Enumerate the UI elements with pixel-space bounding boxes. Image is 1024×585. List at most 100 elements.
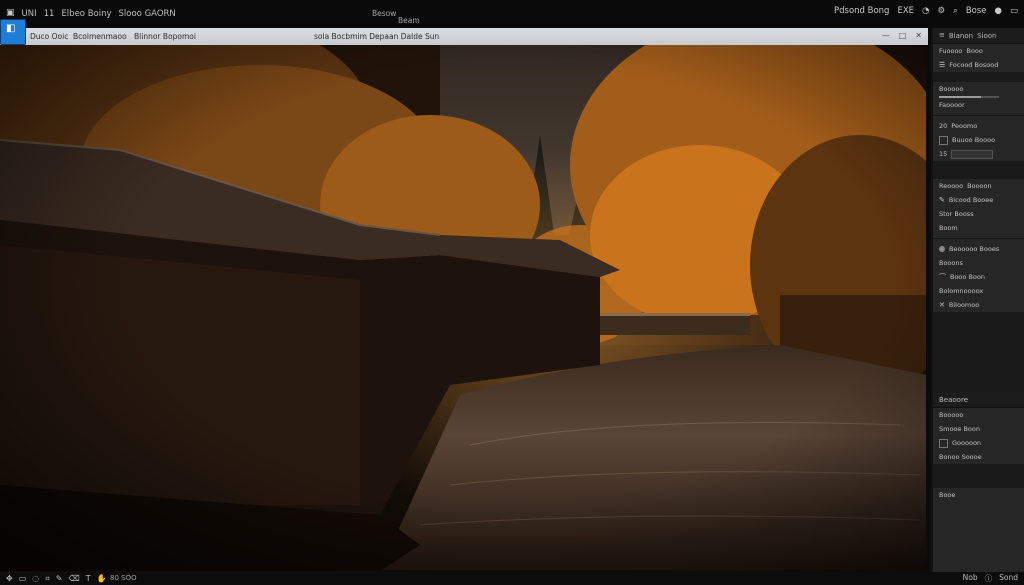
panel-spacer [933,312,1024,392]
marquee-tool-icon[interactable]: ▭ [19,574,27,584]
layer-label: Booooo [939,411,964,419]
user-icon[interactable]: ● [995,7,1002,16]
status-bar: ✥ ▭ ◌ ⌗ ✎ ⌫ T ✋ 80 SOO Nob ⓘ Sond [0,572,1024,585]
exe-label[interactable]: EXE [897,6,914,16]
layer-row[interactable]: Gooooon [933,436,1024,450]
help-icon[interactable]: ◔ [922,7,929,16]
layer-row[interactable]: Booe [933,488,1024,502]
panel-row[interactable]: ✕ Biloomoo [933,298,1024,312]
window-title: Besow [372,9,397,18]
panel-row-label: Peoomo [951,122,978,130]
maximize-icon[interactable]: □ [899,31,907,40]
image-canvas[interactable] [0,45,926,571]
document-tab-strip: ◧ Duco Ooic Bcolmenmaoo Blinnor Bopomoi … [0,19,928,45]
panel-row[interactable]: Buuoo Boooo [933,133,1024,147]
layers-title[interactable]: Beaoore [939,396,968,404]
menu-bar: ▣ UNI 11 Elbeo Boiny Slooo GAORN Besow B… [0,0,1024,27]
curve-icon: ⌒ [939,272,946,281]
panel-row[interactable]: Booons [933,256,1024,270]
panel-row-label: Biloomoo [948,301,980,309]
panel-row[interactable]: Stor Booss [933,207,1024,221]
menu-item-3[interactable]: Elbeo Boiny [61,9,111,19]
panel-row-label: Stor Booss [939,210,974,218]
properties-panel: ≡ Bianon Sioon Fuoooo Booo ☰ Focood Boso… [931,28,1024,573]
search-icon[interactable]: ⌕ [953,7,958,16]
layer-label: Booe [939,491,956,499]
checkbox[interactable] [939,135,948,145]
panel-row[interactable]: Bolomnoooox [933,284,1024,298]
layer-row[interactable]: Booooo [933,408,1024,422]
panel-row-label: Bicood Booee [948,196,994,204]
move-tool-icon[interactable]: ✥ [6,574,13,584]
panel-row[interactable]: Beooooo Booes [933,242,1024,256]
opacity-slider[interactable] [939,96,999,98]
panel-row-label: Faoooor [939,101,965,109]
minimize-icon[interactable]: — [882,31,890,40]
panel-row[interactable]: ⌒ Booo Boon [933,270,1024,284]
panel-row[interactable]: Booooo [933,82,1024,96]
info-icon[interactable]: ⓘ [985,573,993,584]
adjust-icon: ☰ [939,60,946,69]
tab-3[interactable]: Blinnor Bopomoi [134,32,196,41]
text-tool-icon[interactable]: T [86,574,91,584]
panel-row-label: Buuoo Boooo [952,136,996,144]
tab-2[interactable]: Bcolmenmaoo [73,32,127,41]
value-field[interactable] [951,149,994,159]
settings-icon[interactable]: ⚙ [937,7,945,16]
panel-row[interactable]: Reoooo Boooon [933,179,1024,193]
zoom-level[interactable]: 80 SOO [110,574,137,582]
transform-icon: ✕ [939,300,945,309]
menu-tail-label[interactable]: Bose [966,6,987,16]
divider [933,238,1024,239]
panel-subtitle[interactable]: Sioon [977,32,996,40]
window-menu-icon[interactable]: ▣ [6,9,15,18]
panel-number: 20 [939,122,948,130]
panel-row-label: Booo Boon [950,273,985,281]
window-icon[interactable]: ▭ [1010,7,1018,16]
panel-row[interactable]: ☰ Focood Bosood [933,58,1024,72]
panel-header: ≡ Bianon Sioon [933,28,1024,44]
layer-label: Bonoo Soooe [939,453,982,461]
panel-row-label: Beooooo Booes [949,245,1000,253]
color-dot[interactable] [939,246,945,252]
divider [933,115,1024,116]
layers-header: Beaoore [933,392,1024,408]
panel-row-label: Booo [966,47,983,55]
eraser-tool-icon[interactable]: ⌫ [68,574,79,584]
layer-visibility-checkbox[interactable] [939,438,948,448]
brush-tool-icon[interactable]: ✎ [56,574,63,584]
status-label: Sond [999,573,1018,582]
lasso-tool-icon[interactable]: ◌ [32,574,39,584]
panel-row-label: Fuoooo [939,47,963,55]
close-icon[interactable]: ✕ [915,31,922,40]
panel-row[interactable]: ✎ Bicood Booee [933,193,1024,207]
hand-tool-icon[interactable]: ✋ [97,574,107,584]
panel-spacer [933,72,1024,82]
panel-row[interactable]: 15 [933,147,1024,161]
panel-row-label: Booons [939,259,963,267]
panel-row-label: Reoooo [939,182,964,190]
menu-item-1[interactable]: UNI [22,9,37,19]
layer-row[interactable]: Smooe Boon [933,422,1024,436]
account-label[interactable]: Pdsond Bong [834,6,889,16]
crop-tool-icon[interactable]: ⌗ [45,574,50,584]
app-icon[interactable]: ◧ [0,19,26,45]
panel-row[interactable]: Boom [933,221,1024,235]
panel-row-label: Bolomnoooox [939,287,984,295]
menu-item-2[interactable]: 11 [44,9,55,19]
panel-row-label: Boooon [967,182,992,190]
panel-row-label: Focood Bosood [949,61,999,69]
layer-row[interactable]: Bonoo Soooe [933,450,1024,464]
window-subtitle: Beam [398,16,420,25]
panel-row[interactable]: Fuoooo Booo [933,44,1024,58]
menu-item-4[interactable]: Slooo GAORN [119,9,176,19]
panel-row[interactable]: Faoooor [933,98,1024,112]
panel-spacer [933,161,1024,179]
layer-label: Gooooon [952,439,982,447]
app-logo-icon: ◧ [6,23,16,34]
panel-title[interactable]: Bianon [949,32,973,40]
panel-grip-icon[interactable]: ≡ [939,32,945,39]
panel-row[interactable]: 20 Peoomo [933,119,1024,133]
document-title: sola Bocbmim Depaan Dalde Sun [314,32,440,41]
tab-1[interactable]: Duco Ooic [30,32,68,41]
